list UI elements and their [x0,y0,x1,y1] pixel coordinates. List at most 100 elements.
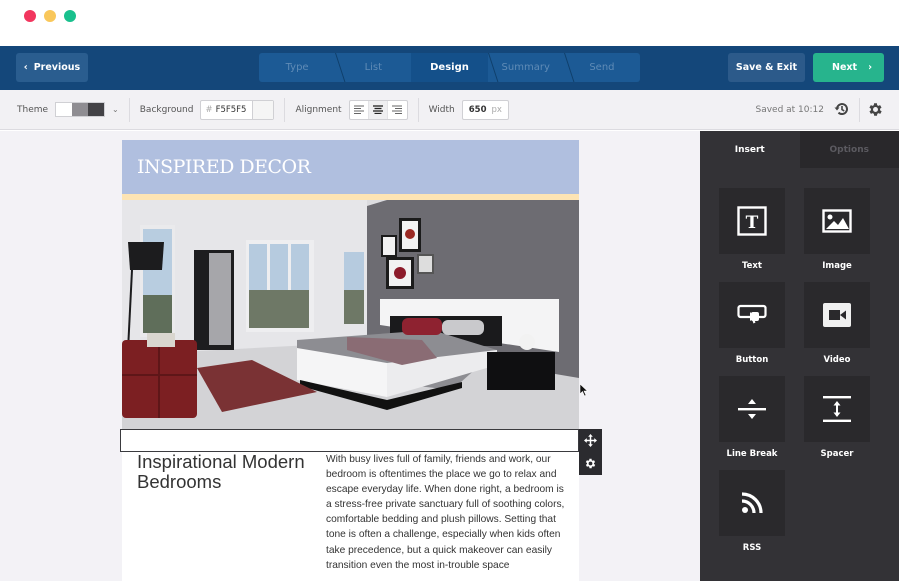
design-toolbar: Theme ⌄ Background # F5F5F5 Alignment Wi… [0,90,899,130]
gear-icon [585,458,596,469]
tab-options[interactable]: Options [799,131,899,168]
insert-panel: Insert Options T Text Image Button Video… [700,131,899,581]
maximize-window-button[interactable] [64,10,76,22]
insert-button-tile[interactable] [719,282,785,348]
tab-label: Options [829,144,869,155]
tile-label: Image [822,261,852,271]
align-left-button[interactable] [350,100,369,119]
mouse-cursor-icon [580,384,589,397]
background-group: Background # F5F5F5 [130,97,286,122]
theme-swatch [56,103,73,116]
article-heading: Inspirational Modern Bedrooms [137,451,305,492]
step-design[interactable]: Design [411,53,488,82]
previous-button-label: Previous [33,62,81,73]
align-left-icon [353,105,364,114]
step-label: Send [589,62,615,73]
tab-label: Insert [734,144,765,155]
selected-block-outline[interactable] [120,429,579,452]
background-color-preview[interactable] [253,100,274,119]
wizard-navbar: ‹ Previous Type List Design Summary Send… [0,46,899,90]
step-label: Summary [501,62,550,73]
step-label: Type [285,62,309,73]
toolbar-divider [859,98,860,122]
hash-prefix: # [205,104,213,115]
text-icon: T [737,206,767,236]
step-list[interactable]: List [335,53,411,82]
video-icon [823,303,851,327]
theme-picker[interactable] [55,102,106,117]
tile-label: Text [742,261,762,271]
chevron-left-icon: ‹ [23,62,28,73]
tab-insert[interactable]: Insert [700,131,800,168]
insert-video-tile[interactable] [804,282,870,348]
align-center-icon [372,105,383,114]
email-canvas: INSPIRED DECOR Inspirational Modern Bedr… [0,131,700,581]
move-block-button[interactable] [579,429,602,452]
tile-label: Video [823,355,851,365]
next-button-label: Next [832,62,858,73]
theme-group: Theme ⌄ [0,97,130,122]
background-color-field[interactable]: # F5F5F5 [200,99,275,120]
chevron-right-icon: › [868,62,872,73]
width-unit: px [491,104,502,115]
minimize-window-button[interactable] [44,10,56,22]
background-label: Background [139,104,194,115]
banner-title: INSPIRED DECOR [137,156,311,178]
rss-icon [741,492,763,514]
hero-image[interactable] [122,200,579,429]
tile-label: Line Break [726,449,778,459]
tile-label: Spacer [820,449,854,459]
tile-label: Button [735,355,769,365]
align-right-icon [392,105,403,114]
svg-text:T: T [746,213,759,233]
width-field[interactable]: 650 px [461,99,509,120]
move-arrows-icon [584,434,597,447]
article-body: With busy lives full of family, friends … [326,454,565,571]
close-window-button[interactable] [24,10,36,22]
block-actions [579,429,602,475]
email-banner[interactable]: INSPIRED DECOR [122,140,579,194]
line-break-icon [738,399,766,419]
panel-tabs: Insert Options [700,131,899,168]
insert-image-tile[interactable] [804,188,870,254]
button-icon [737,304,767,324]
save-exit-label: Save & Exit [735,62,798,73]
tile-label: RSS [742,543,762,553]
spacer-icon [823,396,851,422]
width-label: Width [428,104,455,115]
bedroom-photo [122,200,579,429]
settings-gear-icon[interactable] [867,101,884,118]
alignment-label: Alignment [295,104,342,115]
alignment-buttons [348,99,408,120]
theme-label: Theme [17,104,49,115]
step-type[interactable]: Type [259,53,335,82]
save-exit-button[interactable]: Save & Exit [728,53,805,82]
step-label: Design [430,62,469,73]
insert-line-break-tile[interactable] [719,376,785,442]
theme-swatch [72,103,89,116]
step-send[interactable]: Send [564,53,640,82]
saved-status-text: Saved at 10:12 [755,105,824,115]
block-settings-button[interactable] [579,452,602,475]
theme-swatch [88,103,105,116]
previous-button[interactable]: ‹ Previous [16,53,88,82]
insert-text-tile[interactable]: T [719,188,785,254]
text-block[interactable]: Inspirational Modern Bedrooms With busy … [122,452,579,581]
align-right-button[interactable] [388,101,407,119]
step-label: List [364,62,383,73]
width-group: Width 650 px [419,98,519,122]
alignment-group: Alignment [285,97,419,122]
history-icon[interactable] [834,101,850,117]
window-titlebar [0,0,899,46]
step-summary[interactable]: Summary [488,53,564,82]
save-status: Saved at 10:12 [755,90,824,130]
next-button[interactable]: Next › [813,53,884,82]
insert-spacer-tile[interactable] [804,376,870,442]
image-icon [822,209,852,233]
insert-rss-tile[interactable] [719,470,785,536]
wizard-steps: Type List Design Summary Send [259,53,640,82]
chevron-down-icon[interactable]: ⌄ [112,105,119,114]
background-color-value[interactable]: F5F5F5 [216,105,247,115]
width-value[interactable]: 650 [469,105,487,115]
align-center-button[interactable] [368,100,388,119]
